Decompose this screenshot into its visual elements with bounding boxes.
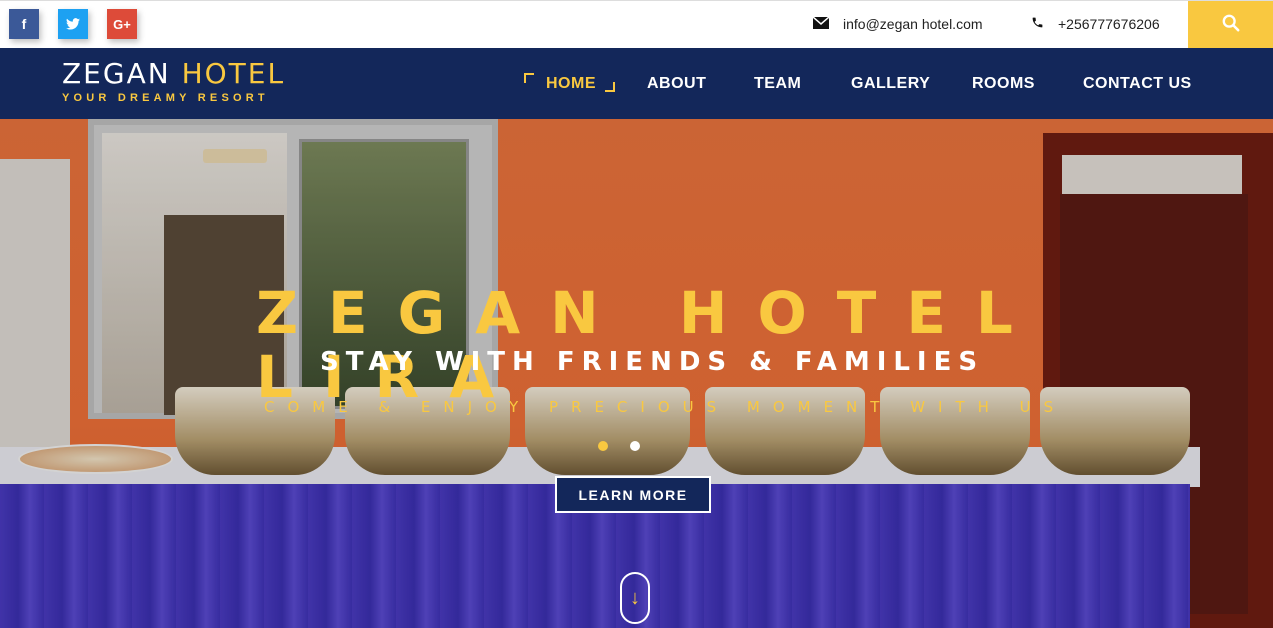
search-icon	[1222, 14, 1240, 37]
email-contact[interactable]: info@zegan hotel.com	[812, 16, 983, 32]
nav-item-rooms[interactable]: ROOMS	[972, 48, 1035, 119]
phone-text[interactable]: +256777676206	[1058, 16, 1160, 32]
nav-item-gallery[interactable]: GALLERY	[851, 48, 930, 119]
email-text[interactable]: info@zegan hotel.com	[843, 16, 983, 32]
learn-more-button[interactable]: LEARN MORE	[555, 476, 711, 513]
main-navbar: ZEGAN HOTEL YOUR DREAMY RESORT HOME ABOU…	[0, 48, 1273, 119]
phone-icon	[1031, 16, 1044, 32]
logo-title-main: ZEGAN	[62, 57, 182, 90]
slider-dots	[598, 441, 640, 451]
hero-subtitle: STAY WITH FRIENDS & FAMILIES	[320, 347, 985, 377]
active-indicator-corner	[605, 82, 615, 92]
top-bar: f G+ info@zegan hotel.com +256777676206	[0, 0, 1273, 49]
facebook-icon[interactable]: f	[9, 9, 39, 39]
nav-item-team[interactable]: TEAM	[754, 48, 801, 119]
site-logo[interactable]: ZEGAN HOTEL YOUR DREAMY RESORT	[62, 58, 285, 105]
logo-title-accent: HOTEL	[181, 57, 286, 90]
hero-tagline: COME & ENJOY PRECIOUS MOMENT WITH US	[264, 398, 1067, 416]
phone-contact[interactable]: +256777676206	[1031, 16, 1160, 32]
hero-title: ZEGAN HOTEL LIRA	[256, 279, 1043, 411]
nav-item-about[interactable]: ABOUT	[647, 48, 706, 119]
active-indicator-corner	[524, 73, 534, 83]
slider-dot[interactable]	[598, 441, 608, 451]
logo-tagline: YOUR DREAMY RESORT	[62, 92, 269, 104]
scroll-down-button[interactable]: ↓	[620, 572, 650, 624]
google-plus-icon[interactable]: G+	[107, 9, 137, 39]
hero-slider: ZEGAN HOTEL LIRA STAY WITH FRIENDS & FAM…	[0, 119, 1273, 628]
nav-item-home[interactable]: HOME	[546, 48, 596, 119]
search-button[interactable]	[1188, 1, 1273, 49]
arrow-down-icon: ↓	[630, 586, 640, 609]
nav-item-contact-us[interactable]: CONTACT US	[1083, 48, 1192, 119]
envelope-icon	[812, 16, 830, 32]
slider-dot[interactable]	[630, 441, 640, 451]
twitter-icon[interactable]	[58, 9, 88, 39]
logo-title: ZEGAN HOTEL	[62, 58, 285, 90]
